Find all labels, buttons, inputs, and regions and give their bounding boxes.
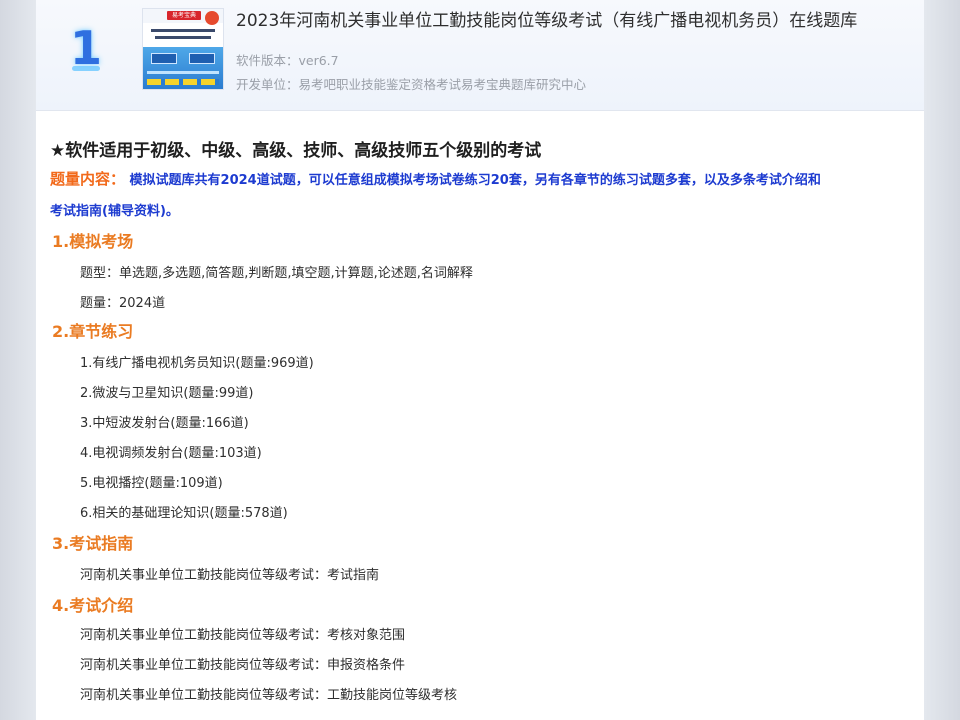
- applicable-levels: ★软件适用于初级、中级、高级、技师、高级技师五个级别的考试: [50, 141, 542, 161]
- list-item: 河南机关事业单位工勤技能岗位等级考试：考核对象范围: [80, 628, 406, 643]
- cover-yellow-strip: [147, 79, 219, 85]
- cover-button-right: [189, 53, 215, 64]
- section-title-mock-exam: 1.模拟考场: [52, 232, 134, 251]
- question-content: 题量内容： 模拟试题库共有2024道试题，可以任意组成模拟考场试卷练习20套，另…: [50, 168, 821, 189]
- list-item: 河南机关事业单位工勤技能岗位等级考试：工勤技能岗位等级考核: [80, 688, 458, 703]
- cover-badge: 易考宝典: [167, 11, 201, 20]
- product-description: ★软件适用于初级、中级、高级、技师、高级技师五个级别的考试 题量内容： 模拟试题…: [36, 110, 924, 720]
- list-item: 1.有线广播电视机务员知识(题量:969道): [80, 356, 314, 371]
- product-cover-image[interactable]: 易考宝典: [142, 8, 224, 90]
- product-card: 1 易考宝典 2023年河南机关事业单位工勤技能岗位等级考试（有线广播电视机务员…: [36, 0, 924, 720]
- section-title-exam-intro: 4.考试介绍: [52, 596, 134, 615]
- cover-strip: [147, 71, 219, 74]
- list-item: 6.相关的基础理论知识(题量:578道): [80, 506, 288, 521]
- product-title[interactable]: 2023年河南机关事业单位工勤技能岗位等级考试（有线广播电视机务员）在线题库: [236, 8, 916, 34]
- developer-info: 开发单位：易考吧职业技能鉴定资格考试易考宝典题库研究中心: [236, 77, 587, 92]
- section-title-exam-guide: 3.考试指南: [52, 534, 134, 553]
- list-item: 3.中短波发射台(题量:166道): [80, 416, 249, 431]
- cover-title-line: [151, 29, 215, 32]
- section-title-chapter-practice: 2.章节练习: [52, 322, 134, 341]
- left-blur-edge: [0, 0, 36, 720]
- list-item: 2.微波与卫星知识(题量:99道): [80, 386, 254, 401]
- cover-seal-icon: [205, 11, 219, 25]
- list-item: 5.电视播控(题量:109道): [80, 476, 223, 491]
- list-item: 题型：单选题,多选题,简答题,判断题,填空题,计算题,论述题,名词解释: [80, 266, 473, 281]
- list-item: 4.电视调频发射台(题量:103道): [80, 446, 262, 461]
- cover-subtitle-line: [155, 36, 211, 39]
- question-content-text: 模拟试题库共有2024道试题，可以任意组成模拟考场试卷练习20套，另有各章节的练…: [129, 173, 821, 188]
- list-item: 河南机关事业单位工勤技能岗位等级考试：申报资格条件: [80, 658, 406, 673]
- product-header[interactable]: 1 易考宝典 2023年河南机关事业单位工勤技能岗位等级考试（有线广播电视机务员…: [36, 0, 924, 111]
- right-blur-edge: [924, 0, 960, 720]
- software-version: 软件版本：ver6.7: [236, 53, 339, 68]
- rank-underline: [72, 66, 100, 71]
- cover-button-left: [151, 53, 177, 64]
- list-item: 题量：2024道: [80, 296, 166, 311]
- question-content-label: 题量内容：: [50, 170, 126, 188]
- list-item: 河南机关事业单位工勤技能岗位等级考试：考试指南: [80, 568, 380, 583]
- question-content-continued: 考试指南(辅导资料)。: [50, 204, 179, 219]
